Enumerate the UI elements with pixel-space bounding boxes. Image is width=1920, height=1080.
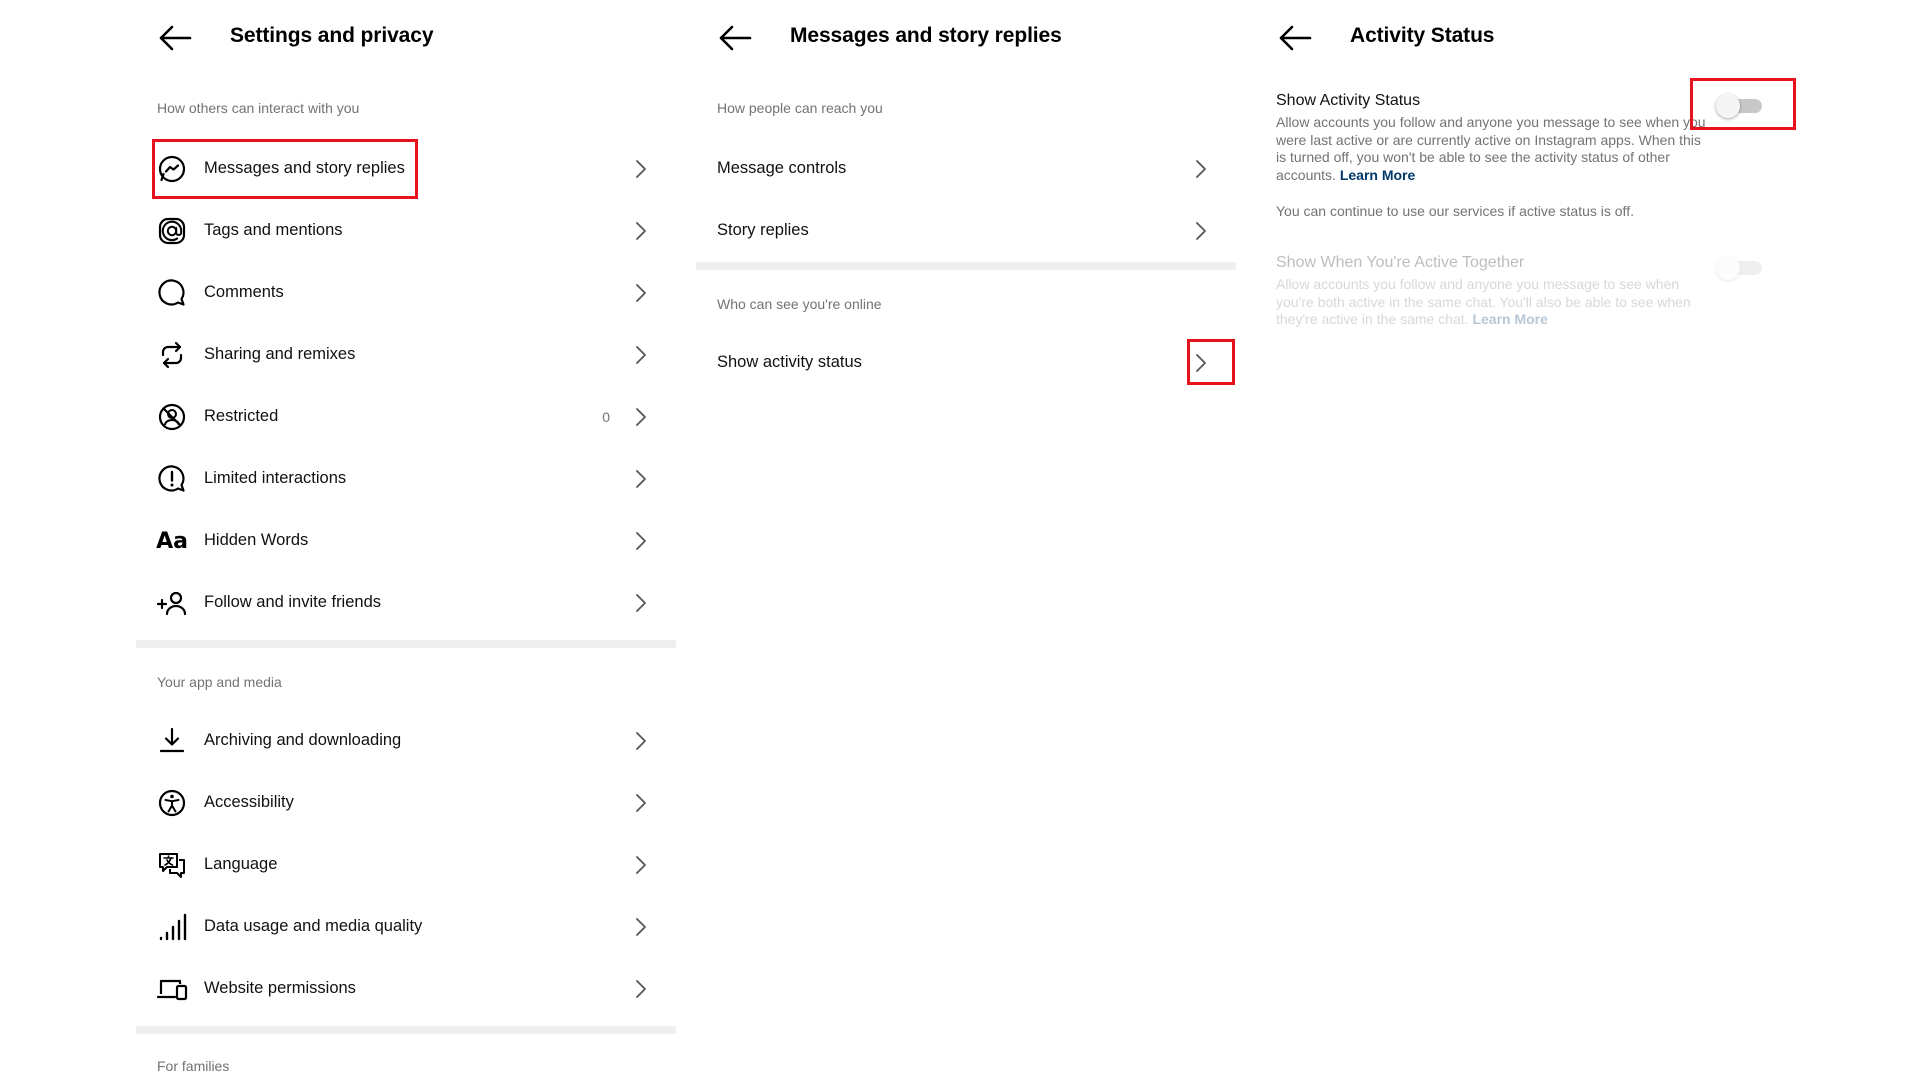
- menu-item-follow-and-invite-friends[interactable]: Follow and invite friends: [136, 572, 676, 634]
- hidden-words-icon: Aa: [156, 528, 188, 554]
- show-activity-status-toggle[interactable]: [1716, 94, 1764, 118]
- chevron-right-icon: [636, 918, 646, 936]
- chevron-right-icon: [636, 222, 646, 240]
- chevron-right-icon: [636, 346, 646, 364]
- back-arrow-icon[interactable]: [718, 24, 752, 52]
- menu-item-label: Sharing and remixes: [204, 345, 356, 363]
- menu-item-label: Show activity status: [717, 353, 862, 371]
- chevron-right-icon: [1196, 354, 1206, 372]
- menu-item-label: Follow and invite friends: [204, 593, 382, 611]
- menu-item-restricted[interactable]: Restricted 0: [136, 386, 676, 448]
- show-activity-status-title: Show Activity Status: [1276, 92, 1421, 109]
- menu-item-data-usage-and-media-quality[interactable]: Data usage and media quality: [136, 896, 676, 958]
- active-together-toggle: [1716, 256, 1764, 280]
- chevron-right-icon: [636, 594, 646, 612]
- restricted-icon: [156, 401, 188, 433]
- comment-icon: [156, 277, 188, 309]
- learn-more-link[interactable]: Learn More: [1340, 167, 1415, 183]
- menu-item-label: Restricted: [204, 407, 279, 425]
- menu-item-label: Comments: [204, 283, 284, 301]
- back-arrow-icon[interactable]: [158, 24, 192, 52]
- menu-item-label: Message controls: [717, 159, 847, 177]
- chevron-right-icon: [636, 408, 646, 426]
- menu-item-label: Language: [204, 855, 278, 873]
- add-person-icon: [156, 587, 188, 619]
- messages-and-story-replies-panel: Messages and story replies How people ca…: [696, 0, 1236, 1080]
- menu-item-archiving-and-downloading[interactable]: Archiving and downloading: [136, 710, 676, 772]
- chevron-right-icon: [636, 980, 646, 998]
- devices-icon: [156, 973, 188, 1005]
- signal-bars-icon: [156, 911, 188, 943]
- page-title: Messages and story replies: [790, 24, 1062, 47]
- panel-header: Messages and story replies: [696, 0, 1236, 76]
- menu-item-label: Story replies: [717, 221, 809, 239]
- download-icon: [156, 725, 188, 757]
- active-together-title: Show When You're Active Together: [1276, 254, 1525, 271]
- chevron-right-icon: [636, 794, 646, 812]
- section-label-reach: How people can reach you: [717, 100, 883, 116]
- chevron-right-icon: [636, 856, 646, 874]
- menu-item-language[interactable]: Language: [136, 834, 676, 896]
- panel-header: Activity Status: [1256, 0, 1796, 76]
- section-label-families: For families: [157, 1058, 230, 1074]
- menu-item-label: Messages and story replies: [204, 159, 405, 177]
- chevron-right-icon: [636, 470, 646, 488]
- page-title: Activity Status: [1350, 24, 1495, 47]
- chevron-right-icon: [636, 284, 646, 302]
- menu-item-label: Archiving and downloading: [204, 731, 402, 749]
- chevron-right-icon: [1196, 222, 1206, 240]
- menu-item-tags-and-mentions[interactable]: Tags and mentions: [136, 200, 676, 262]
- menu-item-messages-and-story-replies[interactable]: Messages and story replies: [136, 138, 676, 200]
- back-arrow-icon[interactable]: [1278, 24, 1312, 52]
- menu-item-label: Limited interactions: [204, 469, 347, 487]
- page-title: Settings and privacy: [230, 24, 434, 47]
- toggle-knob: [1716, 256, 1740, 280]
- limited-interactions-icon: [156, 463, 188, 495]
- chevron-right-icon: [1196, 160, 1206, 178]
- menu-item-show-activity-status[interactable]: Show activity status: [696, 332, 1236, 394]
- section-divider: [136, 1026, 676, 1034]
- section-label-app: Your app and media: [157, 674, 282, 690]
- at-sign-icon: [156, 215, 188, 247]
- active-status-note: You can continue to use our services if …: [1276, 203, 1634, 219]
- menu-item-hidden-words[interactable]: Aa Hidden Words: [136, 510, 676, 572]
- activity-status-panel: Activity Status Show Activity Status All…: [1256, 0, 1796, 1080]
- menu-item-sharing-and-remixes[interactable]: Sharing and remixes: [136, 324, 676, 386]
- remix-icon: [156, 339, 188, 371]
- section-label-interact: How others can interact with you: [157, 100, 360, 116]
- section-divider: [136, 640, 676, 648]
- messenger-icon: [156, 153, 188, 185]
- chevron-right-icon: [636, 160, 646, 178]
- menu-item-label: Accessibility: [204, 793, 294, 811]
- section-divider: [696, 262, 1236, 270]
- accessibility-icon: [156, 787, 188, 819]
- menu-item-label: Tags and mentions: [204, 221, 343, 239]
- active-together-description: Allow accounts you follow and anyone you…: [1276, 276, 1708, 329]
- menu-item-story-replies[interactable]: Story replies: [696, 200, 1236, 262]
- show-activity-status-description: Allow accounts you follow and anyone you…: [1276, 114, 1708, 184]
- chevron-right-icon: [636, 732, 646, 750]
- panel-header: Settings and privacy: [136, 0, 676, 76]
- toggle-knob: [1716, 94, 1740, 118]
- menu-item-website-permissions[interactable]: Website permissions: [136, 958, 676, 1020]
- menu-item-label: Data usage and media quality: [204, 917, 423, 935]
- language-icon: [156, 849, 188, 881]
- menu-item-label: Website permissions: [204, 979, 356, 997]
- menu-item-comments[interactable]: Comments: [136, 262, 676, 324]
- settings-and-privacy-panel: Settings and privacy How others can inte…: [136, 0, 676, 1080]
- menu-item-limited-interactions[interactable]: Limited interactions: [136, 448, 676, 510]
- section-label-online: Who can see you're online: [717, 296, 882, 312]
- learn-more-link: Learn More: [1472, 311, 1548, 327]
- menu-item-message-controls[interactable]: Message controls: [696, 138, 1236, 200]
- restricted-count: 0: [602, 409, 610, 425]
- menu-item-label: Hidden Words: [204, 531, 309, 549]
- chevron-right-icon: [636, 532, 646, 550]
- menu-item-accessibility[interactable]: Accessibility: [136, 772, 676, 834]
